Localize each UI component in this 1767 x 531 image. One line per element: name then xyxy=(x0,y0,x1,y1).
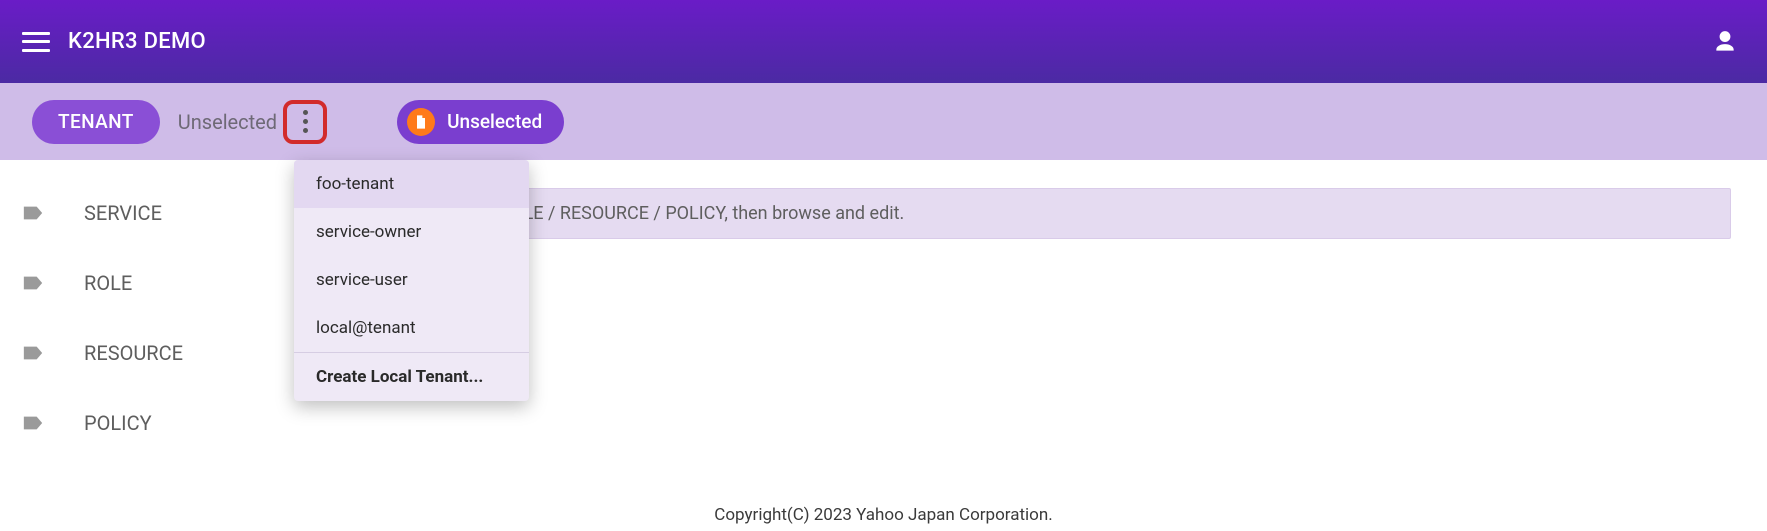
sidebar-item-role[interactable]: ROLE xyxy=(0,248,300,318)
tenant-menu-item[interactable]: foo-tenant xyxy=(294,160,529,208)
body: SERVICE ROLE RESOURCE POLICY the tenant,… xyxy=(0,160,1767,491)
sidebar-item-label: RESOURCE xyxy=(84,341,183,365)
account-icon[interactable] xyxy=(1711,28,1739,56)
tenant-menu: foo-tenant service-owner service-user lo… xyxy=(294,160,529,401)
tenant-chip-label: TENANT xyxy=(58,110,134,133)
tenant-chip[interactable]: TENANT xyxy=(32,100,160,144)
app-bar: K2HR3 DEMO xyxy=(0,0,1767,83)
tag-icon xyxy=(22,202,44,224)
menu-item-label: Create Local Tenant... xyxy=(316,367,483,387)
menu-item-label: service-owner xyxy=(316,222,421,242)
sidebar-item-service[interactable]: SERVICE xyxy=(0,178,300,248)
sidebar-item-policy[interactable]: POLICY xyxy=(0,388,300,458)
tenant-menu-item[interactable]: local@tenant xyxy=(294,304,529,352)
menu-item-label: local@tenant xyxy=(316,318,416,338)
tenant-menu-item[interactable]: service-owner xyxy=(294,208,529,256)
sidebar-item-resource[interactable]: RESOURCE xyxy=(0,318,300,388)
document-icon xyxy=(407,108,435,136)
sidebar-item-label: SERVICE xyxy=(84,201,162,225)
footer-text: Copyright(C) 2023 Yahoo Japan Corporatio… xyxy=(714,505,1052,525)
tenant-more-button[interactable] xyxy=(283,100,327,144)
menu-item-label: foo-tenant xyxy=(316,174,394,194)
menu-item-label: service-user xyxy=(316,270,408,290)
tenant-status-label: Unselected xyxy=(178,110,277,134)
footer: Copyright(C) 2023 Yahoo Japan Corporatio… xyxy=(0,505,1767,525)
app-title: K2HR3 DEMO xyxy=(68,29,206,54)
sidebar-item-label: POLICY xyxy=(84,411,152,435)
tag-icon xyxy=(22,342,44,364)
sidebar: SERVICE ROLE RESOURCE POLICY xyxy=(0,160,300,491)
toolbar: TENANT Unselected Unselected xyxy=(0,83,1767,160)
sidebar-item-label: ROLE xyxy=(84,271,132,295)
create-local-tenant-item[interactable]: Create Local Tenant... xyxy=(294,353,529,401)
path-chip-label: Unselected xyxy=(447,110,542,133)
tag-icon xyxy=(22,412,44,434)
tenant-menu-item[interactable]: service-user xyxy=(294,256,529,304)
tag-icon xyxy=(22,272,44,294)
path-chip[interactable]: Unselected xyxy=(397,100,564,144)
menu-icon[interactable] xyxy=(22,32,50,52)
more-vert-icon xyxy=(303,110,308,133)
